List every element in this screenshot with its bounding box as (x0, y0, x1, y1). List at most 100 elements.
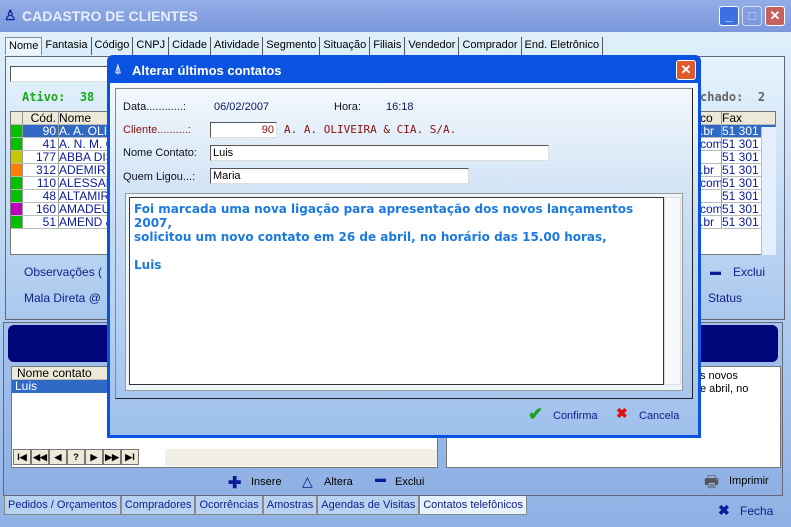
cell-cod: 177 (23, 151, 59, 163)
tab-4[interactable]: Cidade (169, 37, 211, 55)
fecha-button[interactable]: Fecha (740, 504, 773, 518)
tab-8[interactable]: Filiais (370, 37, 406, 55)
quem-ligou-label: Quem Ligou...: (123, 171, 196, 183)
data-value: 06/02/2007 (214, 101, 270, 113)
cell-fax: 51 301 (722, 138, 759, 150)
tab-2[interactable]: Código (92, 37, 134, 55)
plus-icon: ✚ (228, 475, 242, 492)
cell-nome: ALTAMIR (59, 190, 110, 202)
cell-cod: 160 (23, 203, 59, 215)
exclui-button[interactable]: Exclui (395, 476, 424, 488)
memo-line: solicitou um novo contato em 26 de abril… (134, 230, 607, 244)
tab-1[interactable]: Fantasia (42, 37, 92, 55)
exclui-top-button[interactable]: Exclui (733, 265, 765, 279)
cliente-name: A. A. OLIVEIRA & CIA. S/A. (284, 123, 457, 136)
cell-cod: 90 (23, 125, 59, 137)
search-input[interactable] (10, 66, 120, 82)
nome-contato-input[interactable] (210, 145, 549, 161)
nav-button-0[interactable]: I◀ (13, 449, 31, 465)
cell-fax: 51 301 (722, 190, 759, 202)
bottom-tab-2[interactable]: Ocorrências (195, 496, 263, 515)
tab-5[interactable]: Atividade (211, 37, 264, 55)
tab-0[interactable]: Nome (5, 37, 43, 55)
confirma-button[interactable]: Confirma (553, 410, 598, 422)
bottom-tab-3[interactable]: Amostras (262, 496, 318, 515)
window-title: CADASTRO DE CLIENTES (22, 8, 198, 24)
minus-icon: ▬ (375, 473, 386, 485)
dialog-title: Alterar últimos contatos (132, 63, 282, 78)
nav-button-3[interactable]: ? (67, 449, 85, 465)
nav-button-1[interactable]: ◀◀ (31, 449, 49, 465)
cliente-code-input[interactable] (210, 122, 277, 138)
hora-label: Hora: (334, 101, 361, 113)
title-bar: ♙ CADASTRO DE CLIENTES _ □ ✕ (0, 0, 791, 32)
tab-9[interactable]: Vendedor (405, 37, 460, 55)
nav-button-6[interactable]: ▶I (121, 449, 139, 465)
altera-button[interactable]: Altera (324, 476, 353, 488)
tab-10[interactable]: Comprador (459, 37, 522, 55)
hora-value: 16:18 (386, 101, 414, 113)
close-button[interactable]: ✕ (765, 6, 785, 26)
check-icon: ✔ (528, 404, 544, 424)
app-icon: ⍋ (114, 61, 122, 76)
minus-icon: ▬ (710, 266, 721, 278)
status-color (11, 151, 23, 163)
cell-fax: 51 301 (722, 177, 759, 189)
mala-direta-link[interactable]: Mala Direta @ (24, 291, 101, 305)
cell-fax: 51 301 (722, 164, 759, 176)
bottom-tab-0[interactable]: Pedidos / Orçamentos (4, 496, 121, 515)
tab-3[interactable]: CNPJ (133, 37, 170, 55)
status-color (11, 177, 23, 189)
cancela-button[interactable]: Cancela (639, 410, 679, 422)
cell-fax: 51 301 (722, 125, 759, 137)
cell-co: .br (700, 164, 722, 176)
grid-scrollbar[interactable] (761, 127, 776, 255)
memo-line: e abril, no (700, 383, 749, 395)
cell-cod: 41 (23, 138, 59, 150)
observacoes-label[interactable]: Observações ( (24, 265, 102, 279)
memo-scrollbar[interactable] (664, 197, 681, 385)
dialog-title-bar: ⍋ Alterar últimos contatos ✕ (110, 55, 698, 83)
cell-cod: 48 (23, 190, 59, 202)
minimize-button[interactable]: _ (719, 6, 739, 26)
memo-textarea[interactable]: Foi marcada uma nova ligação para aprese… (129, 197, 664, 385)
memo-line: Luis (134, 258, 162, 272)
dialog-close-button[interactable]: ✕ (676, 60, 696, 80)
col-nome[interactable]: Nome (59, 112, 91, 124)
col-fax[interactable]: Fax (722, 112, 742, 124)
status-color (11, 164, 23, 176)
nav-button-4[interactable]: ▶ (85, 449, 103, 465)
close-x-icon: ✖ (718, 502, 730, 518)
status-color (11, 190, 23, 202)
col-co[interactable]: co (700, 112, 722, 124)
cell-co (700, 190, 722, 202)
bottom-tab-5[interactable]: Contatos telefônicos (419, 496, 527, 515)
cell-fax: 51 301 (722, 151, 759, 163)
status-color (11, 138, 23, 150)
cell-cod: 312 (23, 164, 59, 176)
cell-co (700, 151, 722, 163)
tab-6[interactable]: Segmento (263, 37, 321, 55)
bottom-tab-1[interactable]: Compradores (120, 496, 196, 515)
maximize-button[interactable]: □ (742, 6, 762, 26)
imprimir-button[interactable]: Imprimir (729, 475, 769, 487)
nav-button-2[interactable]: ◀ (49, 449, 67, 465)
status-color (11, 216, 23, 228)
insere-button[interactable]: Insere (251, 476, 282, 488)
tab-11[interactable]: End. Eletrônico (522, 37, 604, 55)
quem-ligou-input[interactable] (210, 168, 469, 184)
tab-7[interactable]: Situação (320, 37, 371, 55)
contacts-h-scrollbar[interactable] (165, 449, 437, 466)
cell-cod: 110 (23, 177, 59, 189)
cell-cod: 51 (23, 216, 59, 228)
app-icon: ♙ (4, 7, 17, 23)
status-button[interactable]: Status (708, 291, 742, 305)
ativo-count: 38 (79, 90, 95, 104)
col-cod[interactable]: Cód. (23, 112, 59, 124)
cell-co: com (700, 177, 722, 189)
cell-nome: AMEND & (59, 216, 114, 228)
nav-button-5[interactable]: ▶▶ (103, 449, 121, 465)
bottom-tab-4[interactable]: Agendas de Visitas (317, 496, 420, 515)
cell-co: .br (700, 216, 722, 228)
memo-line: Foi marcada uma nova ligação para aprese… (134, 202, 634, 230)
